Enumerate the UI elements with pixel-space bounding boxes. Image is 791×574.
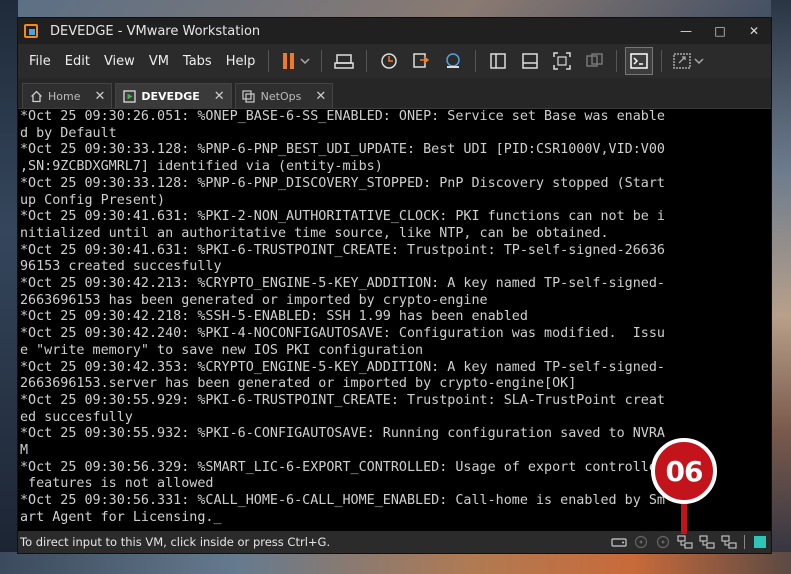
fullscreen-button[interactable]	[549, 48, 575, 74]
fullscreen-icon	[553, 52, 572, 70]
toolbar-separator	[661, 50, 663, 72]
console-line: *Oct 25 09:30:41.631: %PKI-6-TRUSTPOINT_…	[20, 242, 665, 258]
annotation-pointer	[681, 500, 687, 534]
network-icon[interactable]	[677, 535, 693, 549]
toolbar-separator	[268, 50, 270, 72]
vm-running-icon	[122, 89, 136, 103]
console-line: M	[20, 443, 29, 459]
status-bar: To direct input to this VM, click inside…	[18, 531, 771, 553]
snapshot-revert-button[interactable]	[408, 48, 434, 74]
console-line: ed succesfully	[20, 409, 133, 425]
snapshot-revert-icon	[413, 53, 430, 68]
snapshot-manager-icon	[446, 53, 461, 68]
console-view-icon	[630, 53, 649, 69]
console-line: *Oct 25 09:30:55.932: %PKI-6-CONFIGAUTOS…	[20, 426, 665, 442]
console-line: ,SN:9ZCBDXGMRL7] identified via (entity-…	[20, 159, 383, 175]
console-line: features is not allowed	[20, 476, 214, 492]
console-line: *Oct 25 09:30:42.218: %SSH-5-ENABLED: SS…	[20, 309, 528, 325]
console-line: d by Default	[20, 125, 117, 141]
status-divider	[744, 535, 745, 549]
library-button[interactable]	[485, 48, 511, 74]
close-icon[interactable]: ✕	[94, 89, 105, 104]
stretch-icon	[673, 53, 704, 69]
step-number-badge: 06	[651, 438, 717, 504]
snapshot-take-button[interactable]	[376, 48, 402, 74]
message-icon[interactable]	[752, 535, 768, 549]
desktop-wallpaper-right	[771, 0, 791, 574]
pause-icon	[283, 53, 310, 69]
library-icon	[490, 53, 507, 69]
vmware-app-icon	[24, 24, 38, 38]
hard-disk-icon[interactable]	[611, 535, 627, 549]
toolbar-separator	[475, 50, 477, 72]
tab-label: NetOps	[260, 89, 302, 103]
desktop-wallpaper-bottom	[0, 552, 791, 574]
console-line: *Oct 25 09:30:42.240: %PKI-4-NOCONFIGAUT…	[20, 326, 665, 342]
console-line: up Config Present)	[20, 192, 166, 208]
console-cursor: _	[213, 509, 222, 525]
console-line: nitialized until an authoritative time s…	[20, 225, 609, 241]
unity-icon	[586, 53, 604, 67]
tab-devedge[interactable]: DEVEDGE ✕	[115, 83, 232, 108]
snapshot-manager-button[interactable]	[440, 48, 466, 74]
menu-edit[interactable]: Edit	[58, 54, 97, 69]
close-icon[interactable]: ✕	[315, 89, 326, 104]
console-view-button[interactable]	[625, 47, 654, 75]
console-line: *Oct 25 09:30:56.329: %SMART_LIC-6-EXPOR…	[20, 459, 665, 475]
close-icon[interactable]: ✕	[214, 89, 225, 104]
menu-view[interactable]: View	[97, 54, 142, 69]
status-message: To direct input to this VM, click inside…	[20, 535, 331, 549]
tab-home[interactable]: Home ✕	[22, 83, 113, 108]
console-line: 96153 created succesfully	[20, 259, 222, 275]
send-ctrl-alt-del-icon	[334, 54, 355, 69]
console-line: *Oct 25 09:30:56.331: %CALL_HOME-6-CALL_…	[20, 493, 665, 509]
stretch-button[interactable]	[671, 48, 705, 74]
network-icon[interactable]	[721, 535, 737, 549]
thumbnail-icon	[522, 53, 539, 69]
unity-button[interactable]	[581, 48, 607, 74]
cd-icon[interactable]	[633, 535, 649, 549]
maximize-button[interactable]: □	[703, 24, 737, 38]
snapshot-take-icon	[381, 53, 398, 69]
console-line: art Agent for Licensing.	[20, 509, 214, 525]
console-line: *Oct 25 09:30:33.128: %PNP-6-PNP_DISCOVE…	[20, 175, 665, 191]
menu-vm[interactable]: VM	[142, 54, 176, 69]
window-title: DEVEDGE - VMware Workstation	[50, 23, 261, 39]
title-bar[interactable]: DEVEDGE - VMware Workstation — □ ✕	[18, 18, 771, 44]
console-line: *Oct 25 09:30:42.353: %CRYPTO_ENGINE-5-K…	[20, 359, 665, 375]
menu-bar: File Edit View VM Tabs Help	[18, 44, 771, 78]
cd-icon[interactable]	[655, 535, 671, 549]
desktop-wallpaper-left	[0, 0, 18, 574]
console-line: *Oct 25 09:30:33.128: %PNP-6-PNP_BEST_UD…	[20, 142, 665, 158]
toolbar-separator	[366, 50, 368, 72]
menu-tabs[interactable]: Tabs	[176, 54, 219, 69]
console-line: 2663696153.server has been generated or …	[20, 376, 577, 392]
console-line: *Oct 25 09:30:41.631: %PKI-2-NON_AUTHORI…	[20, 209, 665, 225]
console-line: *Oct 25 09:30:42.213: %CRYPTO_ENGINE-5-K…	[20, 276, 665, 292]
console-line: e "write memory" to save new IOS PKI con…	[20, 342, 424, 358]
thumbnail-button[interactable]	[517, 48, 543, 74]
toolbar-separator	[616, 50, 618, 72]
menu-file[interactable]: File	[22, 54, 58, 69]
console-line: *Oct 25 09:30:55.929: %PKI-6-TRUSTPOINT_…	[20, 392, 665, 408]
tab-bar: Home ✕ DEVEDGE ✕ NetOps ✕	[18, 78, 771, 109]
send-ctrl-alt-del-button[interactable]	[331, 48, 357, 74]
toolbar-separator	[321, 50, 323, 72]
close-button[interactable]: ✕	[737, 24, 771, 38]
pause-button[interactable]	[278, 48, 312, 74]
tab-netops[interactable]: NetOps ✕	[234, 83, 334, 108]
tab-label: Home	[48, 89, 81, 103]
tab-label: DEVEDGE	[141, 89, 200, 103]
menu-help[interactable]: Help	[219, 54, 263, 69]
network-icon[interactable]	[699, 535, 715, 549]
vm-icon	[242, 89, 256, 103]
minimize-button[interactable]: —	[669, 24, 703, 38]
console-line: *Oct 25 09:30:26.051: %ONEP_BASE-6-SS_EN…	[20, 109, 665, 124]
home-icon	[29, 89, 43, 103]
console-line: 2663696153 has been generated or importe…	[20, 292, 488, 308]
